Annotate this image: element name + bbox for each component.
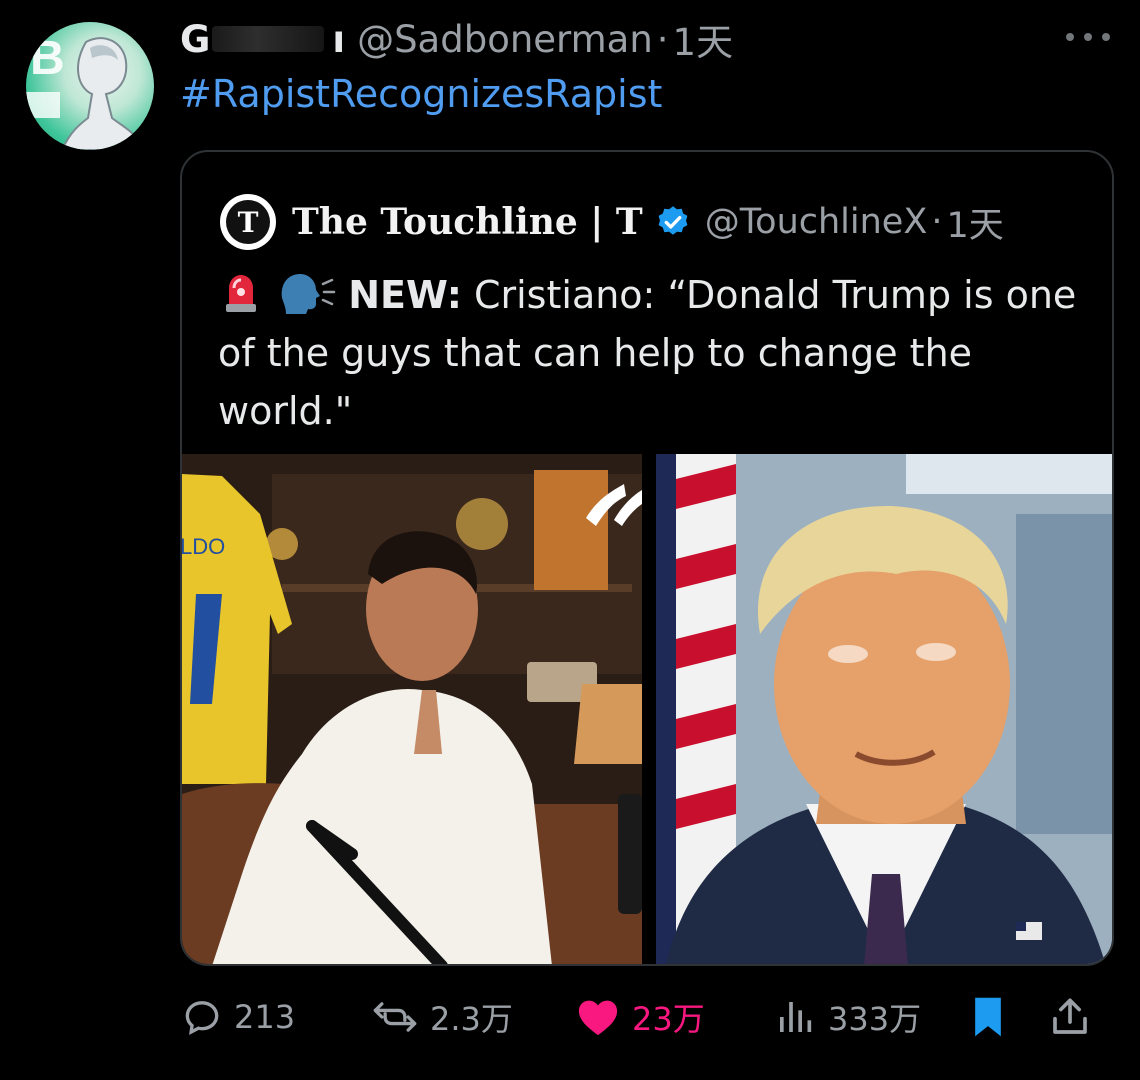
quoted-author-avatar[interactable]: T bbox=[220, 194, 276, 250]
svg-text:B: B bbox=[30, 32, 65, 85]
bookmark-icon bbox=[975, 997, 1001, 1037]
quoted-text-label: NEW: bbox=[348, 273, 462, 317]
quoted-tweet-card[interactable]: T The Touchline | T @TouchlineX · 1天 NEW… bbox=[180, 150, 1114, 966]
svg-text:LDO: LDO bbox=[182, 534, 225, 559]
author-display-name-end: ı bbox=[332, 17, 346, 61]
redacted-name bbox=[212, 26, 325, 52]
hashtag-link[interactable]: #RapistRecognizesRapist bbox=[180, 72, 662, 116]
quoted-tweet-header: T The Touchline | T @TouchlineX · 1天 bbox=[220, 194, 1004, 250]
repost-button[interactable]: 2.3万 bbox=[372, 992, 513, 1042]
views-button[interactable]: 333万 bbox=[774, 992, 921, 1042]
share-button[interactable] bbox=[1050, 992, 1102, 1042]
author-display-name[interactable]: G bbox=[180, 18, 210, 61]
like-button[interactable]: 23万 bbox=[576, 992, 705, 1042]
tweet-header: G ı @Sadbonerman · 1天 bbox=[180, 12, 734, 66]
media-photo-interview[interactable]: LDO bbox=[182, 454, 642, 964]
share-icon bbox=[1053, 998, 1087, 1034]
verified-icon bbox=[658, 206, 688, 235]
like-icon bbox=[578, 1000, 618, 1036]
siren-icon bbox=[226, 275, 256, 312]
quoted-author-handle[interactable]: @TouchlineX bbox=[705, 202, 928, 242]
repost-icon bbox=[373, 1002, 417, 1032]
quoted-media[interactable]: LDO bbox=[182, 454, 1112, 964]
author-avatar[interactable]: B bbox=[26, 22, 154, 150]
views-count: 333万 bbox=[828, 1000, 922, 1038]
author-handle[interactable]: @Sadbonerman bbox=[357, 18, 653, 61]
more-icon[interactable] bbox=[1066, 30, 1110, 44]
quoted-author-name[interactable]: The Touchline | T bbox=[292, 201, 643, 243]
repost-count: 2.3万 bbox=[430, 1000, 513, 1038]
bookmark-button[interactable] bbox=[970, 992, 1018, 1042]
quoted-tweet-age[interactable]: 1天 bbox=[946, 197, 1003, 248]
quoted-text-body: Cristiano: “Donald Trump is one of the g… bbox=[218, 273, 1077, 433]
quoted-avatar-letter: T bbox=[226, 200, 270, 244]
like-count: 23万 bbox=[632, 1000, 705, 1038]
views-icon bbox=[780, 1002, 812, 1032]
quoted-tweet-text: NEW: Cristiano: “Donald Trump is one of … bbox=[218, 266, 1088, 440]
quoted-separator-dot: · bbox=[931, 202, 943, 242]
reply-icon bbox=[185, 1001, 219, 1035]
reply-count: 213 bbox=[234, 998, 296, 1036]
speaking-head-icon bbox=[281, 274, 336, 314]
action-bar: 213 2.3万 23万 333万 bbox=[182, 992, 1108, 1042]
separator-dot: · bbox=[656, 17, 669, 61]
tweet-age[interactable]: 1天 bbox=[673, 12, 734, 66]
reply-button[interactable]: 213 bbox=[182, 992, 295, 1042]
media-photo-portrait[interactable] bbox=[656, 454, 1112, 964]
